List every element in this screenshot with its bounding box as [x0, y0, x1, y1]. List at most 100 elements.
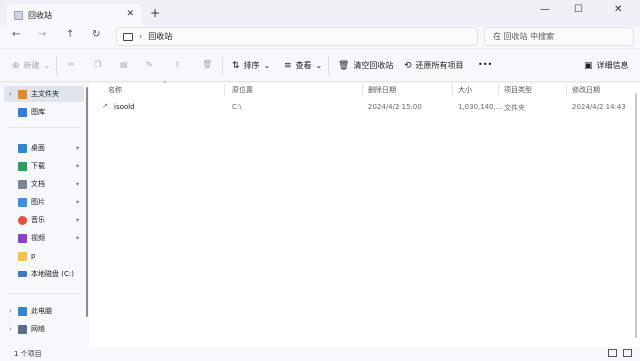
pin-icon: ✦ [74, 180, 80, 188]
download-icon [18, 161, 27, 171]
column-header-modified-date[interactable]: 修改日期 [572, 85, 600, 95]
details-pane-button[interactable]: ▣ 详细信息 [584, 60, 629, 71]
divider [222, 57, 223, 75]
pin-icon: ✦ [74, 144, 80, 152]
pictures-icon [18, 197, 27, 207]
file-size: 1,030,140,... [458, 103, 503, 111]
sidebar-item-local-disk[interactable]: 本地磁盘 (C:) [4, 266, 84, 282]
command-bar: ⊕ 新建 ⌄ ✂ ❐ ▤ ✎ ⇪ 🗑 ⇅ 排序 ⌄ ≡ 查看 ⌄ 🗑 清空回收站… [0, 48, 640, 82]
modified-date: 2024/4/2 14:43 [572, 103, 626, 111]
sidebar-item-gallery[interactable]: 图库 [4, 104, 84, 120]
divider [8, 293, 80, 294]
delete-icon[interactable]: 🗑 [202, 60, 212, 69]
paste-icon[interactable]: ▤ [120, 60, 128, 69]
file-name: isoold [114, 103, 135, 111]
back-button[interactable]: ← [12, 29, 20, 40]
home-icon [18, 89, 27, 99]
videos-icon [18, 233, 27, 243]
tab-recycle-bin[interactable]: 回收站 ✕ [6, 4, 142, 26]
sidebar-item-pictures[interactable]: 图片 ✦ [4, 194, 84, 210]
column-header-type[interactable]: 项目类型 [504, 85, 532, 95]
column-divider[interactable] [498, 84, 499, 96]
expand-icon[interactable]: › [9, 307, 12, 315]
sidebar-item-videos[interactable]: 视频 ✦ [4, 230, 84, 246]
copy-icon[interactable]: ❐ [94, 60, 101, 69]
computer-icon [18, 306, 27, 316]
new-tab-button[interactable]: + [150, 6, 160, 20]
music-icon [18, 215, 27, 225]
column-header-deleted-date[interactable]: 删除日期 [368, 85, 396, 95]
sidebar-item-label: 文档 [31, 180, 45, 188]
gallery-icon [18, 107, 27, 117]
tiles-view-icon[interactable] [623, 349, 632, 357]
search-input[interactable]: 在 回收站 中搜索 [484, 27, 634, 46]
file-list-scrollbar[interactable] [635, 93, 637, 338]
sidebar-item-label: 此电脑 [31, 307, 52, 315]
rename-icon[interactable]: ✎ [146, 60, 153, 69]
item-count: 1 个项目 [14, 350, 42, 358]
pin-icon: ✦ [74, 234, 80, 242]
column-header-size[interactable]: 大小 [458, 85, 472, 95]
refresh-button[interactable]: ↻ [92, 29, 100, 40]
restore-all-button[interactable]: ⟲ 还原所有项目 [404, 60, 464, 71]
column-header-name[interactable]: 名称 [108, 85, 122, 95]
sidebar-item-p[interactable]: p [4, 248, 84, 264]
sidebar-item-label: 桌面 [31, 144, 45, 152]
navigation-pane: › 主文件夹 图库 桌面 ✦ 下载 ✦ 文档 ✦ 图片 ✦ 音乐 ✦ 视频 ✦ … [0, 83, 90, 347]
table-row[interactable]: ↗ isoold C:\ 2024/4/2 15:00 1,030,140,..… [94, 101, 640, 115]
forward-button[interactable]: → [38, 29, 46, 40]
column-divider[interactable] [452, 84, 453, 96]
chevron-down-icon: ⌄ [43, 61, 51, 70]
expand-icon[interactable]: › [9, 325, 12, 333]
more-options-icon[interactable]: ••• [478, 60, 492, 69]
view-button[interactable]: ≡ 查看 ⌄ [284, 60, 322, 71]
sidebar-item-music[interactable]: 音乐 ✦ [4, 212, 84, 228]
column-divider[interactable] [362, 84, 363, 96]
close-tab-icon[interactable]: ✕ [126, 9, 134, 19]
restore-all-label: 还原所有项目 [415, 61, 464, 70]
breadcrumb-recycle-bin[interactable]: 回收站 [148, 31, 172, 42]
view-switcher [608, 349, 632, 357]
empty-bin-icon: 🗑 [338, 60, 350, 71]
folder-icon [18, 251, 27, 261]
address-bar[interactable]: › 回收站 [116, 27, 478, 46]
cut-icon[interactable]: ✂ [68, 60, 75, 69]
sort-icon: ⇅ [232, 60, 240, 71]
breadcrumb-chevron-icon: › [139, 32, 143, 41]
pin-icon: ✦ [74, 216, 80, 224]
chevron-down-icon: ⌄ [315, 61, 323, 70]
title-bar: 回收站 ✕ + — ☐ ✕ [0, 0, 640, 26]
sidebar-item-label: 音乐 [31, 216, 45, 224]
sidebar-item-desktop[interactable]: 桌面 ✦ [4, 140, 84, 156]
sort-button[interactable]: ⇅ 排序 ⌄ [232, 60, 270, 71]
sidebar-item-label: 图库 [31, 108, 45, 116]
new-icon: ⊕ [12, 60, 20, 71]
sidebar-item-this-pc[interactable]: › 此电脑 [4, 303, 84, 319]
empty-recycle-bin-button[interactable]: 🗑 清空回收站 [338, 60, 393, 71]
desktop-icon [18, 143, 27, 153]
sidebar-item-network[interactable]: › 网络 [4, 321, 84, 337]
drive-icon [18, 271, 27, 277]
sidebar-item-documents[interactable]: 文档 ✦ [4, 176, 84, 192]
column-divider[interactable] [224, 84, 225, 96]
minimize-button[interactable]: — [540, 4, 550, 15]
sort-indicator-icon: ⌃ [162, 80, 168, 88]
divider [328, 57, 329, 75]
new-button[interactable]: ⊕ 新建 ⌄ [12, 60, 50, 71]
sidebar-item-home[interactable]: › 主文件夹 [4, 86, 84, 102]
share-icon[interactable]: ⇪ [174, 60, 181, 69]
close-window-button[interactable]: ✕ [614, 4, 622, 15]
column-header-original-location[interactable]: 原位置 [232, 85, 253, 95]
sidebar-item-downloads[interactable]: 下载 ✦ [4, 158, 84, 174]
details-icon: ▣ [584, 60, 593, 71]
column-divider[interactable] [566, 84, 567, 96]
view-label: 查看 [295, 61, 312, 70]
sidebar-scrollbar[interactable] [86, 87, 88, 317]
sidebar-item-label: 视频 [31, 234, 45, 242]
expand-icon[interactable]: › [9, 90, 12, 98]
details-view-icon[interactable] [608, 349, 617, 357]
details-label: 详细信息 [596, 61, 629, 70]
sidebar-item-label: 本地磁盘 (C:) [31, 270, 74, 278]
maximize-button[interactable]: ☐ [574, 4, 583, 15]
up-button[interactable]: ↑ [66, 29, 74, 40]
